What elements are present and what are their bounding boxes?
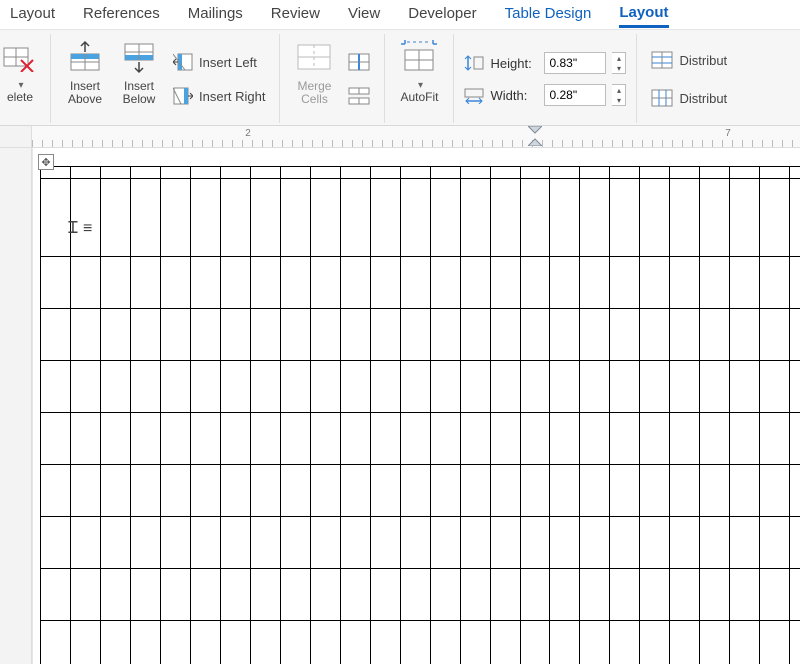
split-table-icon xyxy=(348,87,370,105)
height-spin-up[interactable]: ▴ xyxy=(612,53,625,63)
autofit-icon xyxy=(401,40,437,74)
merge-cells-icon xyxy=(297,44,331,70)
work-area: ✥ Ꮖ ≡ xyxy=(0,148,800,664)
ruler-mark: 7 xyxy=(725,128,731,139)
split-cells-button[interactable] xyxy=(344,48,374,76)
width-spin-down[interactable]: ▾ xyxy=(612,95,625,105)
distribute-cols-button[interactable]: Distribut xyxy=(647,84,731,112)
width-input[interactable] xyxy=(544,84,606,106)
tab-table-layout[interactable]: Layout xyxy=(619,4,668,28)
insert-right-label: Insert Right xyxy=(199,89,265,104)
distribute-rows-icon xyxy=(651,51,673,69)
ribbon-tabs: Layout References Mailings Review View D… xyxy=(0,0,800,30)
ribbon-body: ▾ elete Insert Above xyxy=(0,30,800,126)
tab-developer[interactable]: Developer xyxy=(408,5,476,26)
merge-cells-button[interactable]: Merge Cells xyxy=(290,36,338,122)
height-label: Height: xyxy=(490,56,538,71)
ruler-row: 2 7 xyxy=(0,126,800,148)
delete-button[interactable]: ▾ elete xyxy=(0,36,40,122)
tab-table-design[interactable]: Table Design xyxy=(505,5,592,26)
row-height-icon xyxy=(464,54,484,72)
col-width-icon xyxy=(464,86,484,104)
insert-left-icon xyxy=(173,53,193,71)
height-spin-down[interactable]: ▾ xyxy=(612,63,625,73)
split-table-button[interactable] xyxy=(344,82,374,110)
horizontal-ruler[interactable]: 2 7 xyxy=(32,126,800,147)
width-label: Width: xyxy=(490,88,538,103)
ruler-mark: 2 xyxy=(245,128,251,139)
tab-references[interactable]: References xyxy=(83,5,160,26)
tab-layout-document[interactable]: Layout xyxy=(10,5,55,26)
insert-above-icon xyxy=(67,40,103,74)
ruler-corner xyxy=(0,126,32,147)
insert-right-icon xyxy=(173,87,193,105)
distribute-rows-button[interactable]: Distribut xyxy=(647,46,731,74)
insert-below-icon xyxy=(121,40,157,74)
width-spin-up[interactable]: ▴ xyxy=(612,85,625,95)
delete-table-icon xyxy=(3,42,37,72)
split-cells-icon xyxy=(348,53,370,71)
insert-above-label: Insert Above xyxy=(61,80,109,106)
insert-left-button[interactable]: Insert Left xyxy=(169,48,269,76)
delete-label: elete xyxy=(7,91,33,104)
tab-mailings[interactable]: Mailings xyxy=(188,5,243,26)
insert-left-label: Insert Left xyxy=(199,55,257,70)
insert-right-button[interactable]: Insert Right xyxy=(169,82,269,110)
insert-above-button[interactable]: Insert Above xyxy=(61,36,109,122)
distribute-cols-label: Distribut xyxy=(679,91,727,106)
autofit-button[interactable]: ▾ AutoFit xyxy=(395,36,443,122)
vertical-ruler[interactable] xyxy=(0,148,32,664)
tab-review[interactable]: Review xyxy=(271,5,320,26)
tab-view[interactable]: View xyxy=(348,5,380,26)
height-input[interactable] xyxy=(544,52,606,74)
autofit-label: AutoFit xyxy=(400,91,438,104)
indent-marker-icon[interactable] xyxy=(528,126,542,146)
insert-below-label: Insert Below xyxy=(115,80,163,106)
document-page[interactable]: ✥ Ꮖ ≡ xyxy=(32,148,800,664)
table-move-handle[interactable]: ✥ xyxy=(38,154,54,170)
merge-cells-label: Merge Cells xyxy=(290,80,338,106)
document-table[interactable] xyxy=(40,166,800,664)
distribute-rows-label: Distribut xyxy=(679,53,727,68)
distribute-cols-icon xyxy=(651,89,673,107)
insert-below-button[interactable]: Insert Below xyxy=(115,36,163,122)
